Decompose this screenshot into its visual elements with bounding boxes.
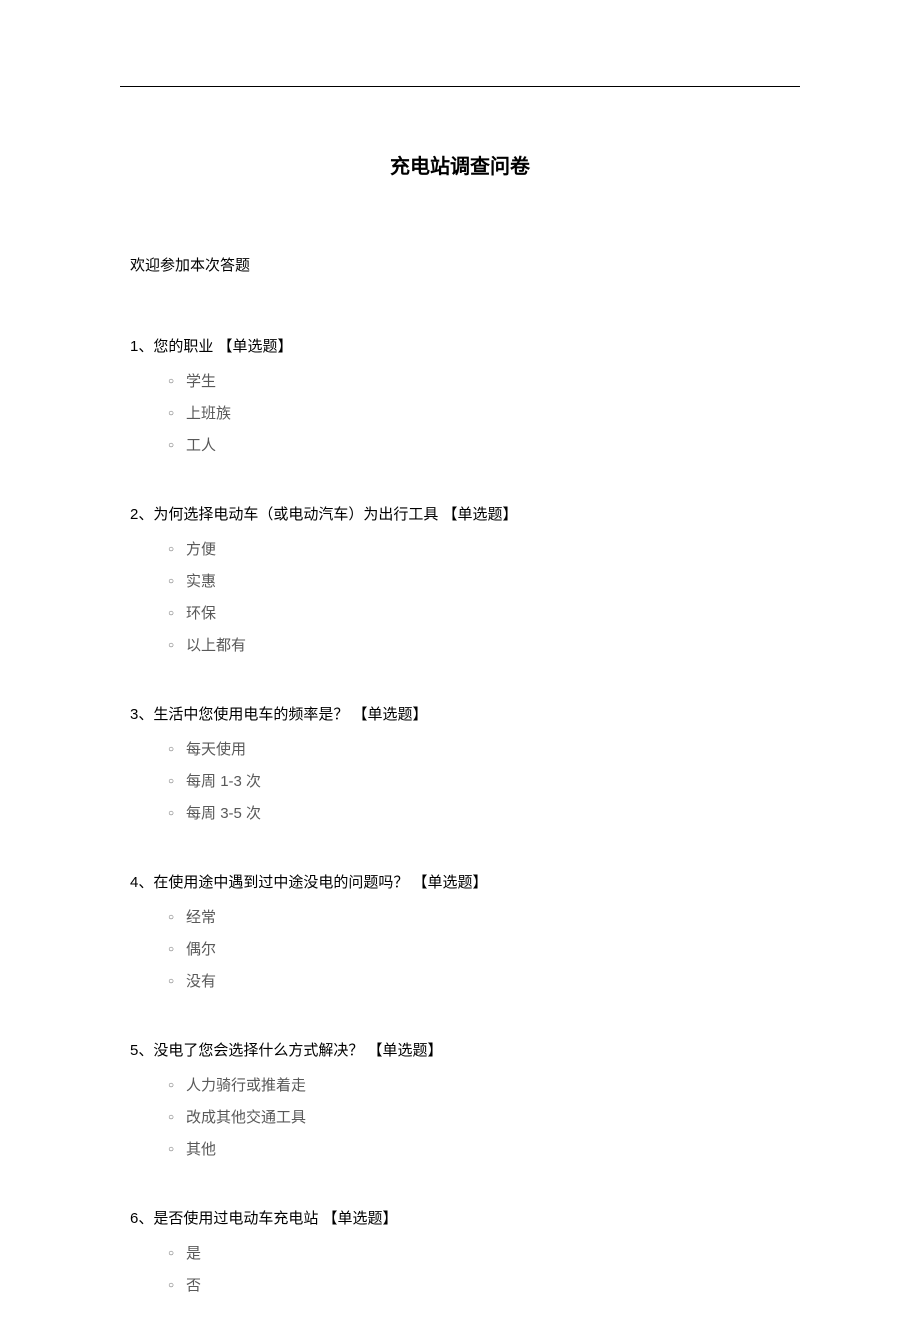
option-item[interactable]: ○ 每天使用 [168,738,790,762]
option-item[interactable]: ○ 改成其他交通工具 [168,1106,790,1130]
option-item[interactable]: ○否 [168,1274,790,1298]
question-text: 4、在使用途中遇到过中途没电的问题吗？ 【单选题】 [130,871,790,892]
option-item[interactable]: ○ 实惠 [168,570,790,594]
option-label: 工人 [186,434,216,458]
question-block: 5、没电了您会选择什么方式解决？ 【单选题】 ○ 人力骑行或推着走 ○ 改成其他交通工具… [130,1039,790,1162]
option-item[interactable]: ○是 [168,1242,790,1266]
questions-list: 1、您的职业 【单选题】 ○ 学生 ○ 上班族 ○ 工人 2、为何选择电动车（或电动汽车）为出… [130,335,790,1298]
bullet-icon: ○ [168,606,174,622]
option-label: 是 [186,1242,201,1266]
question-separator: 、 [138,506,153,523]
document-title: 充电站调查问卷 [130,150,790,179]
option-label: 人力骑行或推着走 [186,1074,306,1098]
question-text: 6、是否使用过电动车充电站 【单选题】 [130,1207,790,1228]
option-label: 否 [186,1274,201,1298]
option-item[interactable]: ○ 人力骑行或推着走 [168,1074,790,1098]
question-separator: 、 [138,338,153,355]
question-label: 为何选择电动车（或电动汽车）为出行工具 [153,506,438,523]
question-block: 1、您的职业 【单选题】 ○ 学生 ○ 上班族 ○ 工人 [130,335,790,458]
question-label: 没电了您会选择什么方式解决？ [153,1042,363,1059]
option-label: 方便 [186,538,216,562]
bullet-icon: ○ [168,974,174,990]
option-label: 环保 [186,602,216,626]
question-type-label: 【单选题】 [443,506,518,523]
option-label: 每周 3-5 次 [186,802,261,826]
bullet-icon: ○ [168,638,174,654]
option-item[interactable]: ○ 学生 [168,370,790,394]
question-label: 生活中您使用电车的频率是？ [153,706,348,723]
bullet-icon: ○ [168,574,174,590]
question-block: 3、生活中您使用电车的频率是？ 【单选题】 ○ 每天使用 ○ 每周 1-3 次 ○ 每周 3… [130,703,790,826]
bullet-icon: ○ [168,1278,174,1294]
option-item[interactable]: ○ 每周 3-5 次 [168,802,790,826]
bullet-icon: ○ [168,1078,174,1094]
option-label: 改成其他交通工具 [186,1106,306,1130]
document-body: 充电站调查问卷 欢迎参加本次答题 1、您的职业 【单选题】 ○ 学生 ○ 上班族 ○ 工人 2… [130,150,790,1343]
question-label: 您的职业 [153,338,213,355]
option-item[interactable]: ○ 工人 [168,434,790,458]
option-label: 上班族 [186,402,231,426]
option-label: 每周 1-3 次 [186,770,261,794]
option-label: 经常 [186,906,216,930]
option-label: 偶尔 [186,938,216,962]
question-type-label: 【单选题】 [218,338,293,355]
question-separator: 、 [138,874,153,891]
option-item[interactable]: ○ 偶尔 [168,938,790,962]
question-type-label: 【单选题】 [413,874,488,891]
welcome-message: 欢迎参加本次答题 [130,254,790,275]
option-label: 实惠 [186,570,216,594]
question-text: 1、您的职业 【单选题】 [130,335,790,356]
bullet-icon: ○ [168,1246,174,1262]
option-label: 每天使用 [186,738,246,762]
option-item[interactable]: ○ 环保 [168,602,790,626]
question-block: 4、在使用途中遇到过中途没电的问题吗？ 【单选题】 ○ 经常 ○ 偶尔 ○ 没有 [130,871,790,994]
options-list: ○ 人力骑行或推着走 ○ 改成其他交通工具 ○ 其他 [130,1074,790,1162]
horizontal-rule [120,86,800,87]
question-separator: 、 [138,706,153,723]
bullet-icon: ○ [168,806,174,822]
options-list: ○ 学生 ○ 上班族 ○ 工人 [130,370,790,458]
bullet-icon: ○ [168,1110,174,1126]
question-type-label: 【单选题】 [323,1210,398,1227]
option-item[interactable]: ○ 经常 [168,906,790,930]
bullet-icon: ○ [168,1142,174,1158]
option-item[interactable]: ○ 方便 [168,538,790,562]
bullet-icon: ○ [168,742,174,758]
options-list: ○ 每天使用 ○ 每周 1-3 次 ○ 每周 3-5 次 [130,738,790,826]
option-item[interactable]: ○ 每周 1-3 次 [168,770,790,794]
question-block: 6、是否使用过电动车充电站 【单选题】○是○否 [130,1207,790,1298]
option-label: 没有 [186,970,216,994]
question-separator: 、 [138,1210,153,1227]
option-item[interactable]: ○ 其他 [168,1138,790,1162]
options-list: ○是○否 [130,1242,790,1298]
bullet-icon: ○ [168,374,174,390]
option-label: 以上都有 [186,634,246,658]
question-text: 3、生活中您使用电车的频率是？ 【单选题】 [130,703,790,724]
bullet-icon: ○ [168,438,174,454]
bullet-icon: ○ [168,942,174,958]
bullet-icon: ○ [168,774,174,790]
question-label: 是否使用过电动车充电站 [153,1210,318,1227]
question-type-label: 【单选题】 [368,1042,443,1059]
options-list: ○ 方便 ○ 实惠 ○ 环保 ○ 以上都有 [130,538,790,658]
option-item[interactable]: ○ 没有 [168,970,790,994]
option-label: 其他 [186,1138,216,1162]
bullet-icon: ○ [168,542,174,558]
options-list: ○ 经常 ○ 偶尔 ○ 没有 [130,906,790,994]
question-label: 在使用途中遇到过中途没电的问题吗？ [153,874,408,891]
question-text: 2、为何选择电动车（或电动汽车）为出行工具 【单选题】 [130,503,790,524]
option-item[interactable]: ○ 上班族 [168,402,790,426]
question-separator: 、 [138,1042,153,1059]
question-type-label: 【单选题】 [353,706,428,723]
bullet-icon: ○ [168,910,174,926]
question-block: 2、为何选择电动车（或电动汽车）为出行工具 【单选题】 ○ 方便 ○ 实惠 ○ 环保 ○ 以上都… [130,503,790,658]
question-text: 5、没电了您会选择什么方式解决？ 【单选题】 [130,1039,790,1060]
option-item[interactable]: ○ 以上都有 [168,634,790,658]
bullet-icon: ○ [168,406,174,422]
option-label: 学生 [186,370,216,394]
